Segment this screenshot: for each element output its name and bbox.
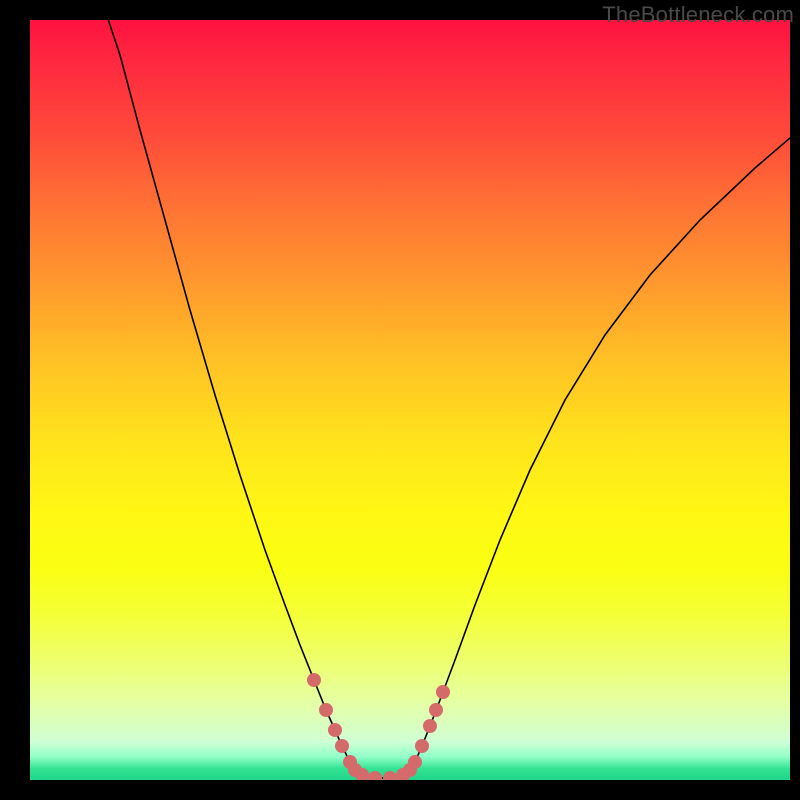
curve-marker xyxy=(307,673,321,687)
curve-marker xyxy=(368,771,382,780)
curve-layer xyxy=(105,20,790,778)
curve-marker xyxy=(408,755,422,769)
credit-label: TheBottleneck.com xyxy=(602,2,794,28)
chart-svg xyxy=(30,20,790,780)
chart-frame: TheBottleneck.com xyxy=(0,0,800,800)
curve-marker xyxy=(436,685,450,699)
marker-layer xyxy=(307,673,450,780)
curve-marker xyxy=(335,739,349,753)
curve-marker xyxy=(429,703,443,717)
plot-area xyxy=(30,20,790,780)
bottleneck-curve xyxy=(105,20,790,778)
curve-marker xyxy=(319,703,333,717)
curve-marker xyxy=(415,739,429,753)
curve-marker xyxy=(383,771,397,780)
curve-marker xyxy=(328,723,342,737)
curve-marker xyxy=(423,719,437,733)
